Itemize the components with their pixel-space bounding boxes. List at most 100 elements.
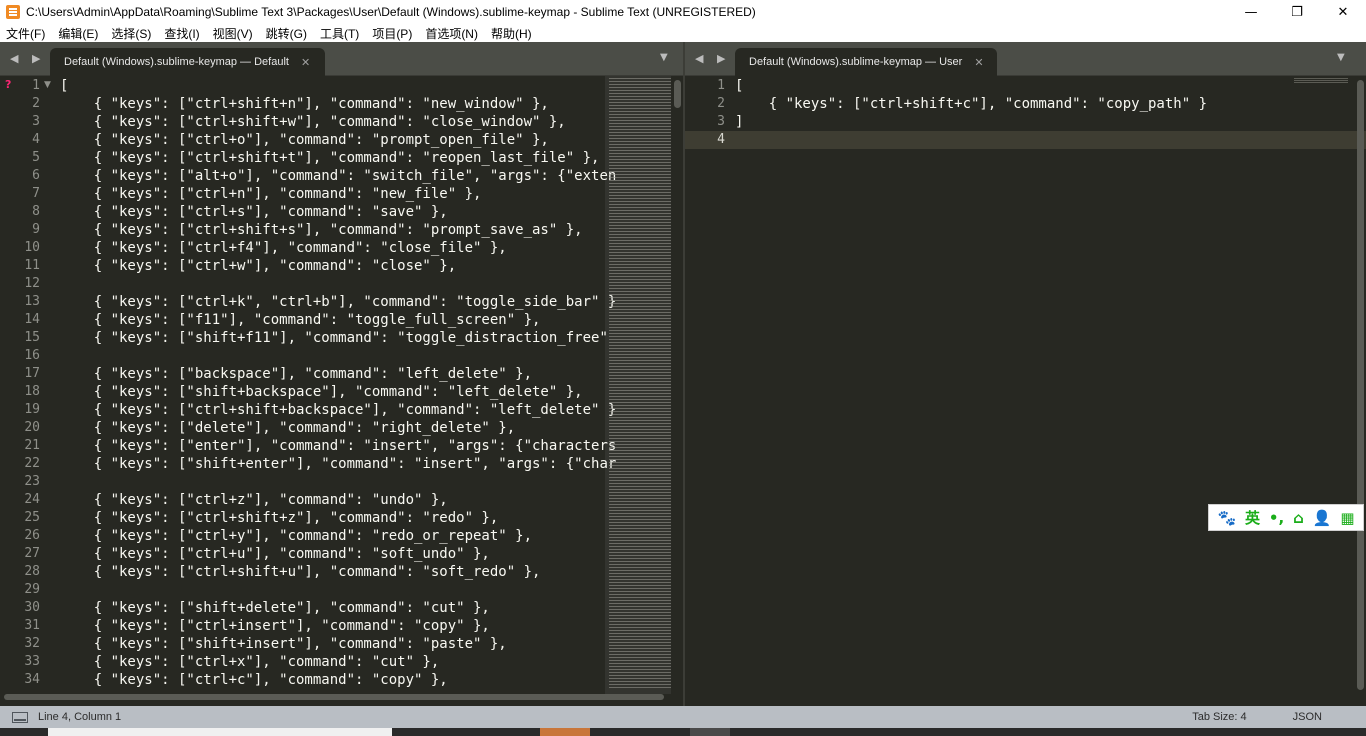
ime-toolbar: 🐾 英 •, ⌂ 👤 ▦	[1208, 504, 1364, 531]
tab-user-keymap[interactable]: Default (Windows).sublime-keymap — User …	[735, 48, 997, 76]
paw-icon[interactable]: 🐾	[1217, 509, 1236, 527]
code-line[interactable]: { "keys": ["ctrl+shift+s"], "command": "…	[60, 221, 616, 239]
code-line[interactable]: { "keys": ["ctrl+shift+z"], "command": "…	[60, 509, 616, 527]
tab-nav-arrows-icon[interactable]: ◀ ▶	[695, 52, 730, 65]
code-line[interactable]: { "keys": ["shift+backspace"], "command"…	[60, 383, 616, 401]
code-line[interactable]: { "keys": ["ctrl+k", "ctrl+b"], "command…	[60, 293, 617, 311]
line-number: 20	[24, 420, 40, 435]
menu-selection[interactable]: 选择(S)	[111, 25, 151, 42]
line-number: 3	[717, 114, 725, 129]
line-number: 11	[24, 258, 40, 273]
tab-close-icon[interactable]: ✕	[301, 56, 310, 69]
tab-list-dropdown-icon[interactable]: ▼	[1337, 52, 1345, 63]
code-line[interactable]: { "keys": ["ctrl+s"], "command": "save" …	[60, 203, 616, 221]
line-number: 14	[24, 312, 40, 327]
minimize-button[interactable]: —	[1228, 0, 1274, 24]
menu-view[interactable]: 视图(V)	[213, 25, 253, 42]
fold-arrow-icon[interactable]: ▼	[44, 80, 51, 90]
line-number: 2	[717, 96, 725, 111]
menu-goto[interactable]: 跳转(G)	[266, 25, 307, 42]
code-line[interactable]: { "keys": ["ctrl+c"], "command": "copy" …	[60, 671, 616, 689]
code-line[interactable]: { "keys": ["ctrl+y"], "command": "redo_o…	[60, 527, 616, 545]
code-line[interactable]: { "keys": ["enter"], "command": "insert"…	[60, 437, 617, 455]
code-line[interactable]: { "keys": ["ctrl+shift+w"], "command": "…	[60, 113, 616, 131]
code-line[interactable]: { "keys": ["ctrl+shift+t"], "command": "…	[60, 149, 616, 167]
tab-size-selector[interactable]: Tab Size: 4	[1192, 711, 1246, 723]
line-number: 32	[24, 636, 40, 651]
menu-preferences[interactable]: 首选项(N)	[425, 25, 478, 42]
menu-tools[interactable]: 工具(T)	[320, 25, 359, 42]
toolbox-icon[interactable]: ⌂	[1293, 509, 1304, 527]
code-line[interactable]: { "keys": ["shift+insert"], "command": "…	[60, 635, 616, 653]
code-line[interactable]: { "keys": ["shift+enter"], "command": "i…	[60, 455, 617, 473]
menu-help[interactable]: 帮助(H)	[491, 25, 532, 42]
menu-edit[interactable]: 编辑(E)	[58, 25, 98, 42]
left-tab-bar: ◀ ▶ Default (Windows).sublime-keymap — D…	[0, 42, 683, 76]
code-line[interactable]: { "keys": ["ctrl+n"], "command": "new_fi…	[60, 185, 616, 203]
taskbar-active-app[interactable]	[540, 728, 590, 736]
tab-list-dropdown-icon[interactable]: ▼	[660, 52, 668, 63]
code-line[interactable]: { "keys": ["ctrl+shift+n"], "command": "…	[60, 95, 616, 113]
code-line[interactable]: { "keys": ["alt+o"], "command": "switch_…	[60, 167, 617, 185]
code-line[interactable]: { "keys": ["ctrl+o"], "command": "prompt…	[60, 131, 616, 149]
menu-find[interactable]: 查找(I)	[164, 25, 199, 42]
line-number: 7	[32, 186, 40, 201]
code-line[interactable]: { "keys": ["shift+f11"], "command": "tog…	[60, 329, 616, 347]
window-title: C:\Users\Admin\AppData\Roaming\Sublime T…	[26, 5, 756, 19]
syntax-selector[interactable]: JSON	[1293, 711, 1322, 723]
code-area[interactable]: [ { "keys": ["ctrl+shift+c"], "command":…	[735, 77, 1207, 149]
menu-bar: 文件(F) 编辑(E) 选择(S) 查找(I) 视图(V) 跳转(G) 工具(T…	[0, 24, 1366, 42]
code-line[interactable]: { "keys": ["f11"], "command": "toggle_fu…	[60, 311, 616, 329]
line-number: 27	[24, 546, 40, 561]
code-line[interactable]: { "keys": ["ctrl+insert"], "command": "c…	[60, 617, 616, 635]
code-line[interactable]: ]	[735, 113, 1207, 131]
code-line[interactable]: { "keys": ["ctrl+shift+c"], "command": "…	[735, 95, 1207, 113]
code-line[interactable]: { "keys": ["ctrl+x"], "command": "cut" }…	[60, 653, 616, 671]
user-icon[interactable]: 👤	[1313, 509, 1332, 527]
code-line[interactable]: { "keys": ["ctrl+u"], "command": "soft_u…	[60, 545, 616, 563]
code-line[interactable]: { "keys": ["ctrl+z"], "command": "undo" …	[60, 491, 616, 509]
line-number: 12	[24, 276, 40, 291]
grid-menu-icon[interactable]: ▦	[1340, 509, 1354, 527]
vertical-scrollbar[interactable]	[1357, 80, 1364, 690]
panel-toggle-icon[interactable]	[12, 711, 28, 723]
ime-language-toggle[interactable]: 英	[1245, 507, 1260, 528]
code-line[interactable]	[60, 347, 616, 365]
taskbar-search-box[interactable]	[48, 728, 392, 736]
code-line[interactable]: { "keys": ["ctrl+w"], "command": "close"…	[60, 257, 616, 275]
left-editor[interactable]: ? ▼ 1 2 3 4 5 6 7 8 9 10 11 12 13 14 15 16 17 18 19 20 21 22 2…	[0, 76, 683, 706]
line-number: 1	[32, 78, 40, 93]
code-line[interactable]: { "keys": ["shift+delete"], "command": "…	[60, 599, 616, 617]
menu-file[interactable]: 文件(F)	[6, 25, 45, 42]
maximize-button[interactable]: ❐	[1274, 0, 1320, 24]
line-number: 18	[24, 384, 40, 399]
code-line[interactable]	[60, 275, 616, 293]
code-line[interactable]: { "keys": ["ctrl+shift+u"], "command": "…	[60, 563, 616, 581]
taskbar-app[interactable]	[690, 728, 730, 736]
code-line[interactable]	[735, 131, 1207, 149]
minimap[interactable]	[609, 78, 671, 688]
code-line[interactable]	[60, 473, 616, 491]
code-line[interactable]: { "keys": ["ctrl+shift+backspace"], "com…	[60, 401, 617, 419]
minimap[interactable]	[1294, 78, 1348, 84]
punctuation-icon[interactable]: •,	[1269, 509, 1284, 527]
code-line[interactable]: { "keys": ["backspace"], "command": "lef…	[60, 365, 616, 383]
code-line[interactable]: { "keys": ["delete"], "command": "right_…	[60, 419, 616, 437]
line-number: 2	[32, 96, 40, 111]
vertical-scrollbar[interactable]	[674, 80, 681, 108]
code-line[interactable]	[60, 581, 616, 599]
code-line[interactable]: { "keys": ["ctrl+f4"], "command": "close…	[60, 239, 616, 257]
line-number: 26	[24, 528, 40, 543]
code-line[interactable]: [	[735, 77, 1207, 95]
horizontal-scrollbar[interactable]	[4, 694, 664, 700]
tab-nav-arrows-icon[interactable]: ◀ ▶	[10, 52, 45, 65]
code-line[interactable]: [	[60, 77, 616, 95]
tab-default-keymap[interactable]: Default (Windows).sublime-keymap — Defau…	[50, 48, 325, 76]
line-number: 8	[32, 204, 40, 219]
menu-project[interactable]: 项目(P)	[372, 25, 412, 42]
tab-close-icon[interactable]: ✕	[974, 56, 983, 69]
close-window-button[interactable]: ✕	[1320, 0, 1366, 24]
window-titlebar: C:\Users\Admin\AppData\Roaming\Sublime T…	[0, 0, 1366, 24]
code-area[interactable]: [ { "keys": ["ctrl+shift+n"], "command":…	[60, 77, 616, 689]
right-editor[interactable]: 1 2 3 4 [ { "keys": ["ctrl+shift+c"], "comm…	[685, 76, 1366, 706]
